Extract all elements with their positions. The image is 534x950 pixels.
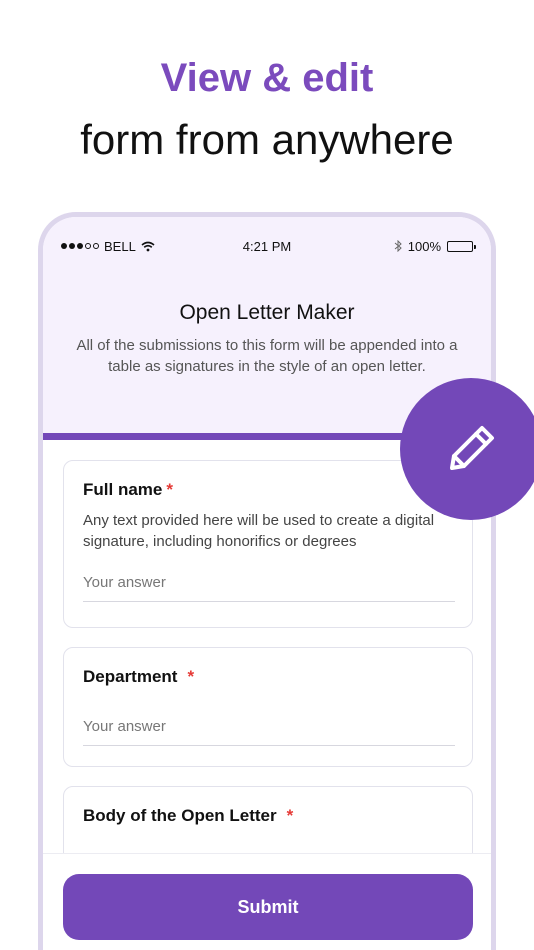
- required-mark: *: [187, 667, 195, 686]
- form-title: Open Letter Maker: [179, 301, 355, 324]
- status-time: 4:21 PM: [242, 238, 292, 254]
- submit-button[interactable]: Submit: [63, 874, 473, 940]
- carrier-name: BELL: [104, 238, 136, 254]
- headline-accent: View & edit: [160, 56, 374, 100]
- phone-frame: BELL 4:21 PM 100% Open Letter Maker All …: [38, 212, 496, 950]
- question-title-text: Department: [83, 667, 178, 686]
- wifi-icon: [141, 241, 155, 251]
- required-mark: *: [286, 806, 294, 825]
- department-input[interactable]: Your answer: [83, 718, 455, 746]
- required-mark: *: [166, 480, 173, 499]
- question-title: Body of the Open Letter *: [83, 805, 453, 827]
- edit-fab-button[interactable]: [400, 378, 534, 520]
- question-title-text: Body of the Open Letter: [83, 806, 277, 825]
- question-title: Full name *: [83, 479, 453, 501]
- battery-percent: 100%: [407, 238, 441, 254]
- status-right: 100%: [313, 238, 476, 254]
- question-card-department: Department * Your answer: [63, 647, 473, 767]
- signal-strength-icon: [61, 243, 99, 249]
- bottom-bar: Submit: [43, 853, 491, 950]
- bluetooth-icon: [394, 240, 402, 252]
- battery-icon: [447, 240, 476, 252]
- marketing-headline: View & edit form from anywhere: [0, 52, 534, 168]
- status-left: BELL: [61, 239, 221, 254]
- question-title-text: Full name: [83, 480, 163, 499]
- full-name-input[interactable]: Your answer: [83, 574, 455, 602]
- headline-sub: form from anywhere: [80, 116, 454, 163]
- question-help: Any text provided here will be used to c…: [83, 512, 435, 550]
- question-title: Department *: [83, 666, 453, 688]
- form-description: All of the submissions to this form will…: [76, 337, 458, 375]
- status-bar: BELL 4:21 PM 100%: [43, 217, 491, 275]
- pencil-icon: [450, 426, 494, 470]
